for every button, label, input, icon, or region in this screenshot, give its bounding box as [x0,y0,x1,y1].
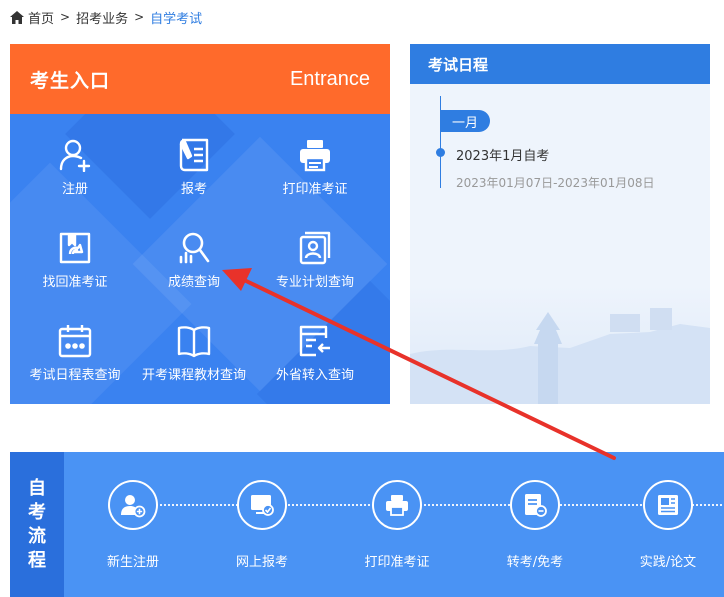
entrance-header: 考生入口 Entrance [10,44,390,114]
exam-process-bar: 自 考 流 程 新生注册 网上报考 打印准考证 转考/免考 实践/论文 [10,452,724,597]
process-step-label: 转考/免考 [506,555,564,570]
entrance-schedule-query[interactable]: 考试日程表查询 [12,324,138,394]
process-step-transfer-exempt[interactable]: 转考/免考 [480,480,590,570]
process-step-new-register[interactable]: 新生注册 [78,480,188,570]
breadcrumb-separator: > [60,10,71,24]
schedule-event-date: 2023年01月07日-2023年01月08日 [456,176,655,190]
calendar-icon [58,325,92,358]
entrance-panel: 考生入口 Entrance 注册 报考 打印准考证 找回准考证 成绩查询 专业计… [10,44,390,404]
breadcrumb-current: 自学考试 [150,11,203,27]
entrance-register[interactable]: 注册 [12,138,138,208]
entrance-item-label: 注册 [61,182,88,197]
entrance-item-label: 找回准考证 [42,275,108,290]
timeline-dot [436,148,445,157]
process-label-char: 流 [28,525,46,547]
process-step-online-apply[interactable]: 网上报考 [207,480,317,570]
book-icon [177,326,211,358]
entrance-transfer-query[interactable]: 外省转入查询 [252,324,378,394]
entrance-item-label: 专业计划查询 [275,275,354,290]
breadcrumb-recruit-link[interactable]: 招考业务 [76,8,128,27]
process-label-char: 自 [28,477,46,499]
entrance-item-label: 成绩查询 [167,275,220,290]
entrance-score-query[interactable]: 成绩查询 [131,231,257,301]
entrance-item-label: 考试日程表查询 [29,368,121,383]
entrance-item-label: 开考课程教材查询 [141,368,246,383]
transfer-exempt-icon [525,494,547,517]
thesis-icon [658,495,678,515]
entrance-apply[interactable]: 报考 [131,138,257,208]
breadcrumb-separator: > [134,10,145,24]
process-step-print-ticket[interactable]: 打印准考证 [342,480,452,570]
entrance-plan-query[interactable]: 专业计划查询 [252,231,378,301]
entrance-item-label: 报考 [180,182,207,197]
entrance-print-ticket[interactable]: 打印准考证 [252,138,378,208]
breadcrumb: 首页 > 招考业务 > 自学考试 [10,8,203,27]
process-step-label: 实践/论文 [639,555,697,570]
month-tag: 一月 [440,110,490,132]
entrance-item-label: 外省转入查询 [275,368,354,383]
user-add-icon [59,139,91,172]
process-label-char: 考 [28,501,46,523]
entrance-recover-ticket[interactable]: 找回准考证 [12,231,138,301]
entrance-course-query[interactable]: 开考课程教材查询 [131,324,257,394]
process-step-practice-thesis[interactable]: 实践/论文 [613,480,723,570]
exam-schedule-panel: 考试日程 一月 2023年1月自考 2023年01月07日-2023年01月08… [410,44,710,404]
recover-ticket-icon [59,232,91,264]
score-search-icon [179,232,210,264]
process-step-label: 打印准考证 [364,555,430,570]
printer-icon [300,140,330,172]
entrance-grid: 注册 报考 打印准考证 找回准考证 成绩查询 专业计划查询 考试日程表查询 开考… [10,114,390,404]
process-label: 自 考 流 程 [10,452,64,597]
entrance-title-en: Entrance [289,67,370,90]
city-skyline-background [410,284,710,404]
process-step-label: 网上报考 [235,555,288,570]
schedule-header: 考试日程 [410,44,710,84]
transfer-in-icon [299,325,330,357]
home-icon [10,10,24,24]
process-step-label: 新生注册 [106,555,159,570]
process-label-char: 程 [28,549,46,571]
breadcrumb-home-link[interactable]: 首页 [28,8,54,27]
entrance-title: 考生入口 [30,69,111,92]
entrance-item-label: 打印准考证 [282,182,348,197]
new-user-icon [121,495,146,518]
online-apply-icon [251,495,274,516]
plan-document-icon [299,231,331,265]
schedule-event-title[interactable]: 2023年1月自考 [456,145,549,164]
printer-icon [386,495,408,516]
register-form-icon [179,138,209,172]
